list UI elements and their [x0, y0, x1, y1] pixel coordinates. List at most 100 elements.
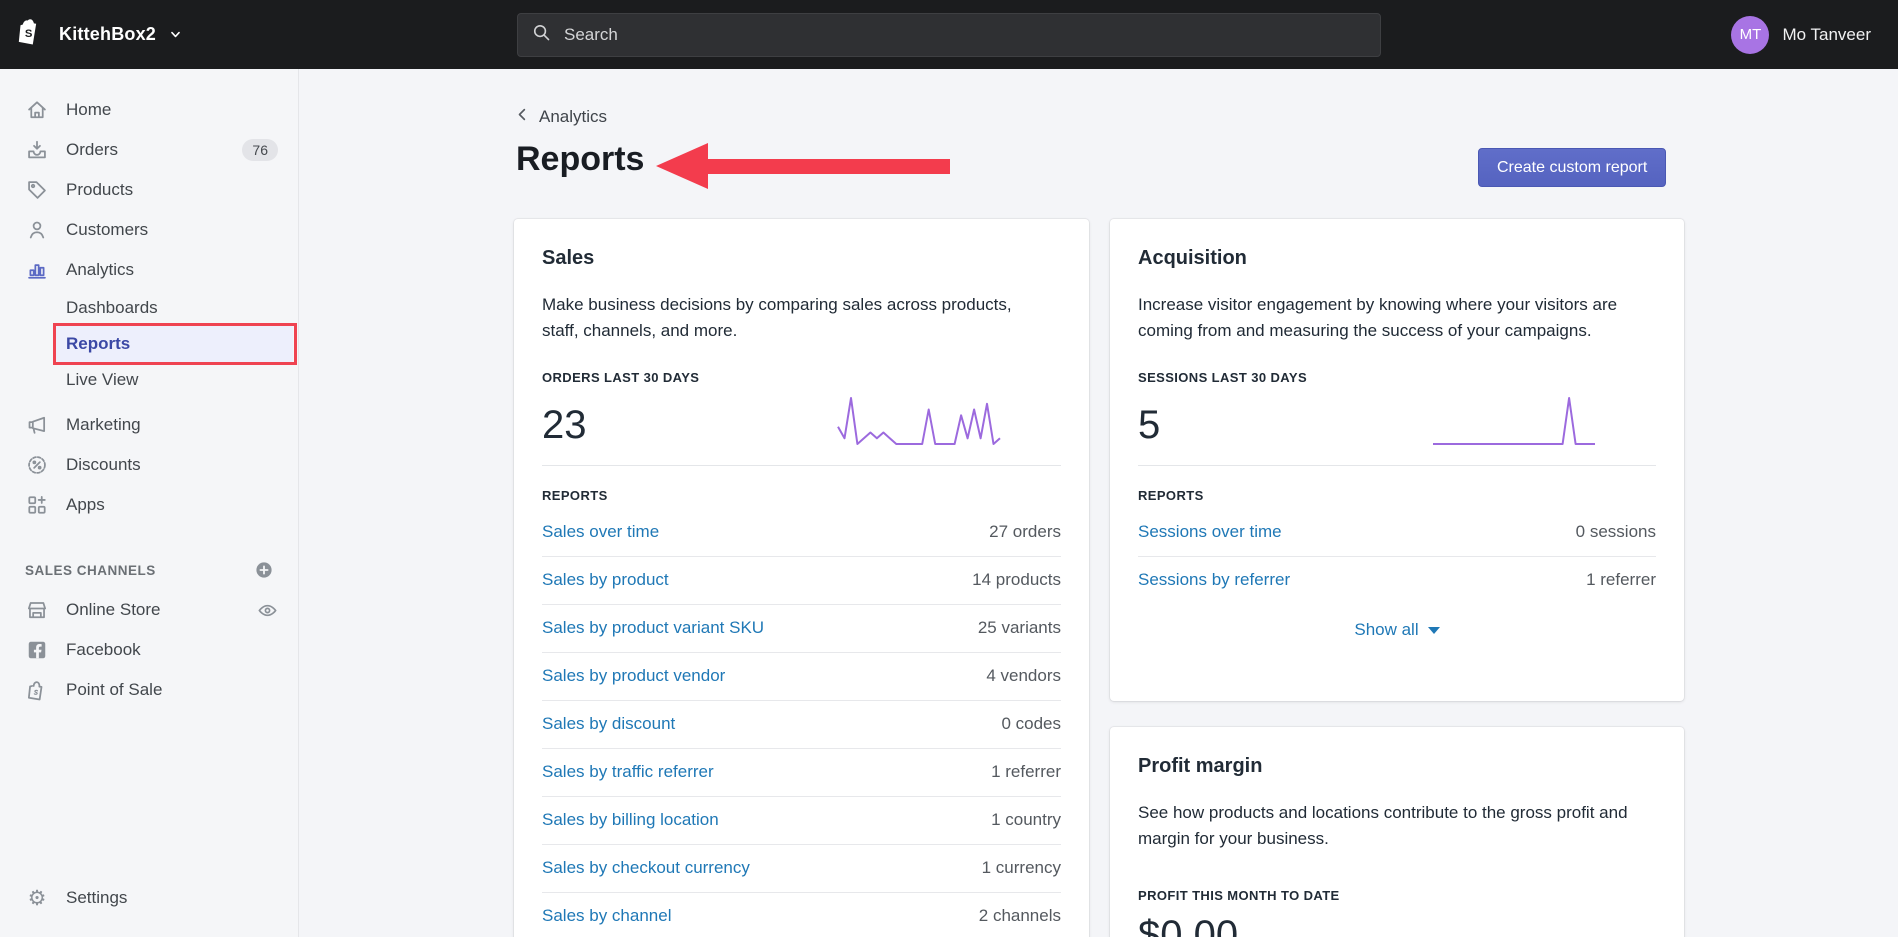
- report-link[interactable]: Sessions by referrer: [1138, 570, 1290, 590]
- sales-sparkline-chart: [835, 395, 1003, 447]
- report-link[interactable]: Sales over time: [542, 522, 659, 542]
- storefront-icon: [25, 598, 49, 622]
- orders-icon: [25, 138, 49, 162]
- report-link[interactable]: Sales by traffic referrer: [542, 762, 714, 782]
- analytics-icon: [25, 258, 49, 282]
- metric-value: 23: [542, 403, 587, 447]
- caret-down-icon: [1428, 627, 1440, 634]
- sessions-sparkline-chart: [1430, 395, 1598, 447]
- sidebar-item-marketing[interactable]: Marketing: [0, 405, 298, 445]
- customers-icon: [25, 218, 49, 242]
- sales-card: Sales Make business decisions by compari…: [514, 219, 1089, 937]
- user-menu[interactable]: MT Mo Tanveer: [1731, 0, 1871, 69]
- report-value: 1 currency: [982, 858, 1061, 878]
- sidebar-item-dashboards[interactable]: Dashboards: [0, 290, 298, 326]
- card-description: Make business decisions by comparing sal…: [542, 292, 1052, 344]
- report-value: 2 channels: [979, 906, 1061, 926]
- sales-reports-list: Sales over time 27 orders Sales by product…: [542, 509, 1061, 937]
- report-row: Sessions over time 0 sessions: [1138, 509, 1656, 556]
- annotation-arrow-head: [656, 143, 708, 189]
- annotation-arrow: [704, 159, 950, 174]
- report-link[interactable]: Sales by product: [542, 570, 669, 590]
- sidebar-item-label: Settings: [66, 888, 127, 908]
- secondary-nav: Marketing Discounts Apps: [0, 405, 298, 525]
- circle-plus-icon[interactable]: [254, 560, 274, 580]
- sidebar-item-products[interactable]: Products: [0, 170, 298, 210]
- sidebar-item-point-of-sale[interactable]: Point of Sale: [0, 670, 298, 710]
- page-title: Reports: [516, 140, 644, 179]
- report-row: Sales by discount 0 codes: [542, 700, 1061, 748]
- report-row: Sales by traffic referrer 1 referrer: [542, 748, 1061, 796]
- report-row: Sales by product variant SKU25 variants: [542, 604, 1061, 652]
- report-row: Sales by product 14 products: [542, 556, 1061, 604]
- report-value: 0 sessions: [1576, 522, 1656, 542]
- report-value: 14 products: [972, 570, 1061, 590]
- sidebar-item-customers[interactable]: Customers: [0, 210, 298, 250]
- report-row: Sales by product vendor 4 vendors: [542, 652, 1061, 700]
- sidebar-item-settings[interactable]: ⚙ Settings: [0, 878, 298, 918]
- card-title: Profit margin: [1138, 755, 1656, 778]
- sidebar-item-label: Marketing: [66, 415, 141, 435]
- sidebar-item-orders[interactable]: Orders 76: [0, 130, 298, 170]
- settings-nav: ⚙ Settings: [0, 878, 298, 918]
- apps-icon: [25, 493, 49, 517]
- avatar: MT: [1731, 16, 1769, 54]
- sidebar-item-label: Reports: [66, 334, 130, 354]
- sidebar-item-label: Facebook: [66, 640, 141, 660]
- sidebar-item-analytics[interactable]: Analytics: [0, 250, 298, 290]
- create-custom-report-button[interactable]: Create custom report: [1478, 148, 1666, 187]
- megaphone-icon: [25, 413, 49, 437]
- sidebar-item-label: Products: [66, 180, 133, 200]
- chevron-left-icon: [515, 107, 530, 127]
- report-link[interactable]: Sales by channel: [542, 906, 671, 926]
- report-link[interactable]: Sales by billing location: [542, 810, 719, 830]
- report-row: Sales over time 27 orders: [542, 509, 1061, 556]
- report-link[interactable]: Sales by checkout currency: [542, 858, 750, 878]
- sidebar-item-label: Online Store: [66, 600, 161, 620]
- eye-icon[interactable]: [257, 600, 278, 621]
- sidebar-item-facebook[interactable]: Facebook: [0, 630, 298, 670]
- show-all-button[interactable]: Show all: [1138, 620, 1656, 640]
- report-value: 27 orders: [989, 522, 1061, 542]
- show-all-label: Show all: [1354, 620, 1418, 640]
- search-input[interactable]: Search: [517, 13, 1381, 57]
- shopify-logo: S: [16, 15, 46, 54]
- sidebar-item-label: Orders: [66, 140, 118, 160]
- sidebar-item-apps[interactable]: Apps: [0, 485, 298, 525]
- sales-channels-label: SALES CHANNELS: [25, 563, 156, 578]
- reports-label: REPORTS: [1138, 488, 1656, 503]
- report-link[interactable]: Sales by product variant SKU: [542, 618, 764, 638]
- card-description: Increase visitor engagement by knowing w…: [1138, 292, 1648, 344]
- sidebar-item-discounts[interactable]: Discounts: [0, 445, 298, 485]
- report-value: 1 country: [991, 810, 1061, 830]
- metric-value: 5: [1138, 403, 1160, 447]
- report-value: 0 codes: [1001, 714, 1061, 734]
- sidebar-item-label: Home: [66, 100, 111, 120]
- report-link[interactable]: Sessions over time: [1138, 522, 1282, 542]
- sidebar-nav: Home Orders 76 Products Customers: [0, 69, 299, 937]
- metric-value: $0.00: [1138, 913, 1656, 937]
- store-switcher[interactable]: S KittehBox2: [16, 0, 182, 69]
- report-link[interactable]: Sales by product vendor: [542, 666, 725, 686]
- discount-icon: [25, 453, 49, 477]
- report-link[interactable]: Sales by discount: [542, 714, 675, 734]
- report-value: 4 vendors: [986, 666, 1061, 686]
- metric-label: PROFIT THIS MONTH TO DATE: [1138, 888, 1656, 903]
- report-row: Sales by billing location 1 country: [542, 796, 1061, 844]
- sidebar-item-live-view[interactable]: Live View: [0, 362, 298, 398]
- sidebar-item-label: Dashboards: [66, 298, 158, 318]
- sidebar-item-label: Customers: [66, 220, 148, 240]
- sidebar-item-online-store[interactable]: Online Store: [0, 590, 298, 630]
- report-row: Sales by checkout currency 1 currency: [542, 844, 1061, 892]
- user-name: Mo Tanveer: [1782, 25, 1871, 45]
- report-row: Sales by channel 2 channels: [542, 892, 1061, 937]
- sidebar-item-reports[interactable]: Reports: [56, 326, 293, 362]
- sidebar-item-home[interactable]: Home: [0, 90, 298, 130]
- report-value: 1 referrer: [1586, 570, 1656, 590]
- top-bar: S KittehBox2 Search MT Mo Tanveer: [0, 0, 1898, 69]
- report-value: 1 referrer: [991, 762, 1061, 782]
- search-placeholder: Search: [564, 25, 618, 45]
- sidebar-item-label: Analytics: [66, 260, 134, 280]
- sidebar-item-label: Live View: [66, 370, 138, 390]
- breadcrumb[interactable]: Analytics: [515, 107, 607, 127]
